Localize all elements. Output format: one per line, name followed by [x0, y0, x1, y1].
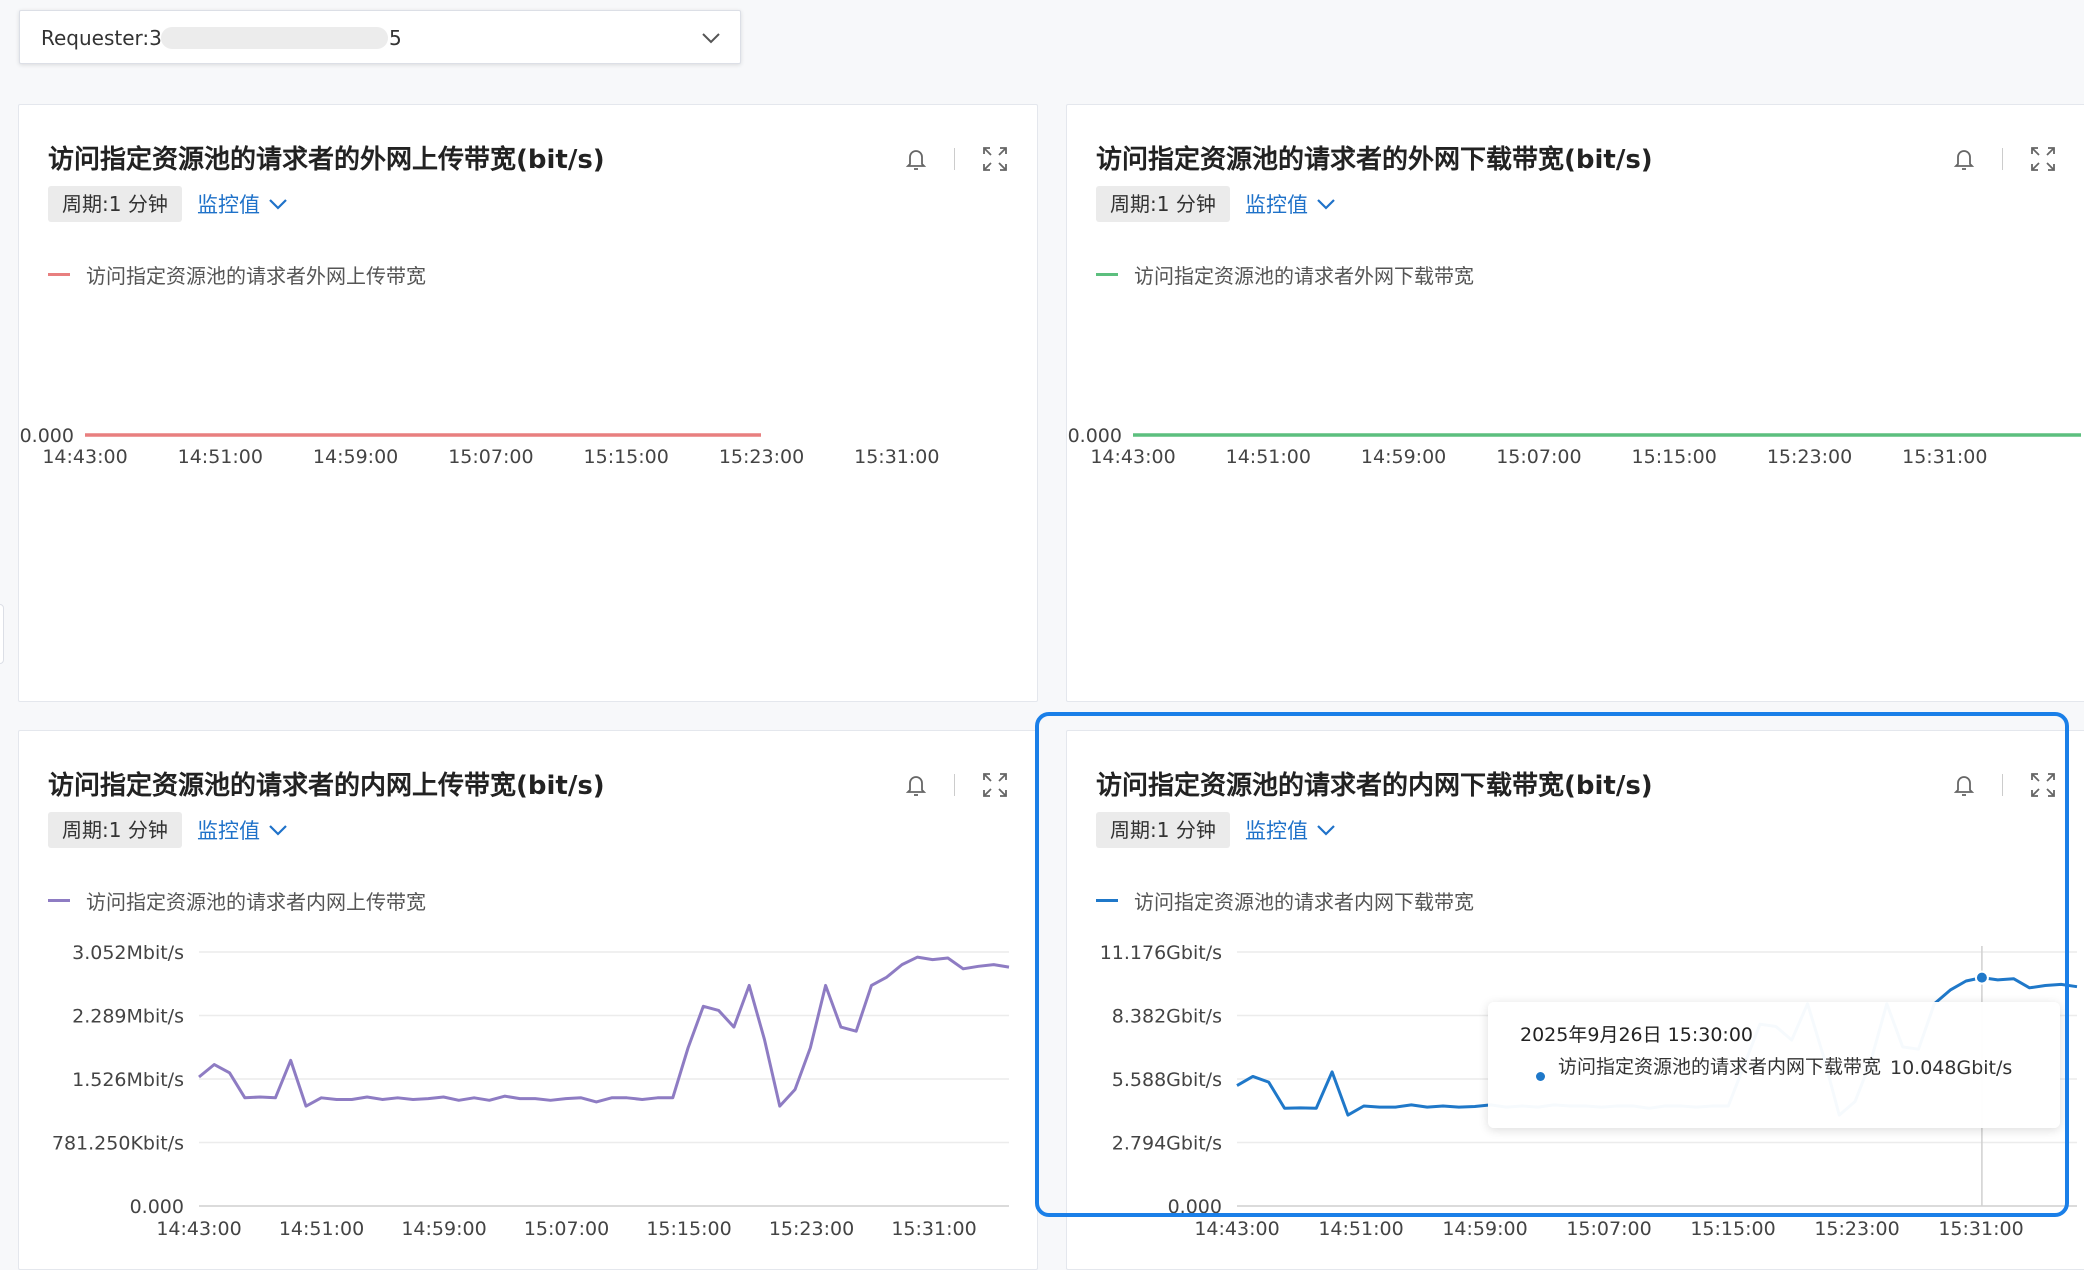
line-chart: 0.00014:43:00 14:51:00 14:59:00 15:07:00 15:… — [1068, 425, 2081, 468]
y-tick-label: 5.588Gbit/s — [1112, 1069, 1222, 1091]
x-tick-label: 14:51:00 — [178, 446, 263, 468]
x-tick-label: 15:23:00 — [1814, 1218, 1899, 1240]
y-tick-label: 3.052Mbit/s — [72, 942, 184, 964]
requester-suffix: 5 — [389, 26, 402, 50]
x-tick-label: 15:07:00 — [1566, 1218, 1651, 1240]
y-tick-label: 11.176Gbit/s — [1100, 942, 1222, 964]
x-tick-label: 14:59:00 — [1361, 446, 1446, 468]
collapse-handle[interactable] — [0, 604, 4, 664]
requester-label: Requester:3 — [41, 26, 162, 50]
x-tick-label: 14:43:00 — [156, 1218, 241, 1240]
tooltip-time: 2025年9月26日 15:30:00 — [1520, 1024, 1753, 1046]
x-tick-label: 15:23:00 — [719, 446, 804, 468]
x-tick-label: 15:31:00 — [1938, 1218, 2023, 1240]
line-chart: 0.00014:43:00 14:51:00 14:59:00 15:07:00 15:… — [20, 425, 940, 468]
y-tick-label: 781.250Kbit/s — [52, 1133, 184, 1155]
x-tick-label: 15:15:00 — [646, 1218, 731, 1240]
chart-panel-public-upload: 访问指定资源池的请求者的外网上传带宽(bit/s) 周期:1 分钟 监控值 访问… — [18, 104, 1038, 702]
x-tick-label: 14:51:00 — [1226, 446, 1311, 468]
y-tick-label: 2.794Gbit/s — [1112, 1133, 1222, 1155]
x-tick-label: 15:31:00 — [1902, 446, 1987, 468]
y-tick-label: 8.382Gbit/s — [1112, 1006, 1222, 1028]
series-line — [198, 955, 1010, 1108]
x-tick-label: 14:43:00 — [1194, 1218, 1279, 1240]
x-tick-label: 14:51:00 — [279, 1218, 364, 1240]
x-tick-label: 15:15:00 — [584, 446, 669, 468]
x-tick-label: 15:31:00 — [891, 1218, 976, 1240]
y-tick-label: 2.289Mbit/s — [72, 1006, 184, 1028]
x-tick-label: 14:43:00 — [1090, 446, 1175, 468]
chart-panel-public-download: 访问指定资源池的请求者的外网下载带宽(bit/s) 周期:1 分钟 监控值 访问… — [1066, 104, 2084, 702]
x-tick-label: 15:07:00 — [448, 446, 533, 468]
y-tick-label: 0.000 — [20, 425, 74, 447]
y-tick-label: 0.000 — [130, 1196, 184, 1218]
x-tick-label: 15:23:00 — [1767, 446, 1852, 468]
x-tick-label: 15:15:00 — [1690, 1218, 1775, 1240]
y-tick-label: 0.000 — [1168, 1196, 1222, 1218]
requester-select[interactable]: Requester:3 5 — [19, 10, 741, 64]
x-tick-label: 15:07:00 — [1496, 446, 1581, 468]
chart-tooltip: 2025年9月26日 15:30:00 访问指定资源池的请求者内网下载带宽 10… — [1488, 1002, 2060, 1128]
y-tick-label: 1.526Mbit/s — [72, 1069, 184, 1091]
tooltip-series-dot — [1536, 1072, 1545, 1081]
x-tick-label: 14:59:00 — [313, 446, 398, 468]
chevron-down-icon — [702, 33, 720, 44]
line-chart: 0.000 2.794Gbit/s 5.588Gbit/s 8.382Gbit/s 11… — [1100, 942, 2078, 1240]
x-tick-label: 14:51:00 — [1318, 1218, 1403, 1240]
x-tick-label: 15:23:00 — [769, 1218, 854, 1240]
chart-panel-private-upload: 访问指定资源池的请求者的内网上传带宽(bit/s) 周期:1 分钟 监控值 访问… — [18, 730, 1038, 1270]
line-chart: 0.000 781.250Kbit/s 1.526Mbit/s 2.289Mbit/s… — [52, 942, 1010, 1240]
x-tick-label: 14:59:00 — [401, 1218, 486, 1240]
x-tick-label: 15:07:00 — [524, 1218, 609, 1240]
x-tick-label: 15:15:00 — [1632, 446, 1717, 468]
x-tick-label: 14:43:00 — [42, 446, 127, 468]
y-tick-label: 0.000 — [1068, 425, 1122, 447]
tooltip-series-name: 访问指定资源池的请求者内网下载带宽 — [1558, 1056, 1882, 1078]
tooltip-value: 10.048Gbit/s — [1890, 1057, 2013, 1079]
x-tick-label: 15:31:00 — [854, 446, 939, 468]
hover-point — [1974, 970, 1989, 985]
chart-panel-private-download: 访问指定资源池的请求者的内网下载带宽(bit/s) 周期:1 分钟 监控值 访问… — [1066, 730, 2084, 1270]
x-tick-label: 14:59:00 — [1442, 1218, 1527, 1240]
redacted-value — [161, 27, 388, 49]
